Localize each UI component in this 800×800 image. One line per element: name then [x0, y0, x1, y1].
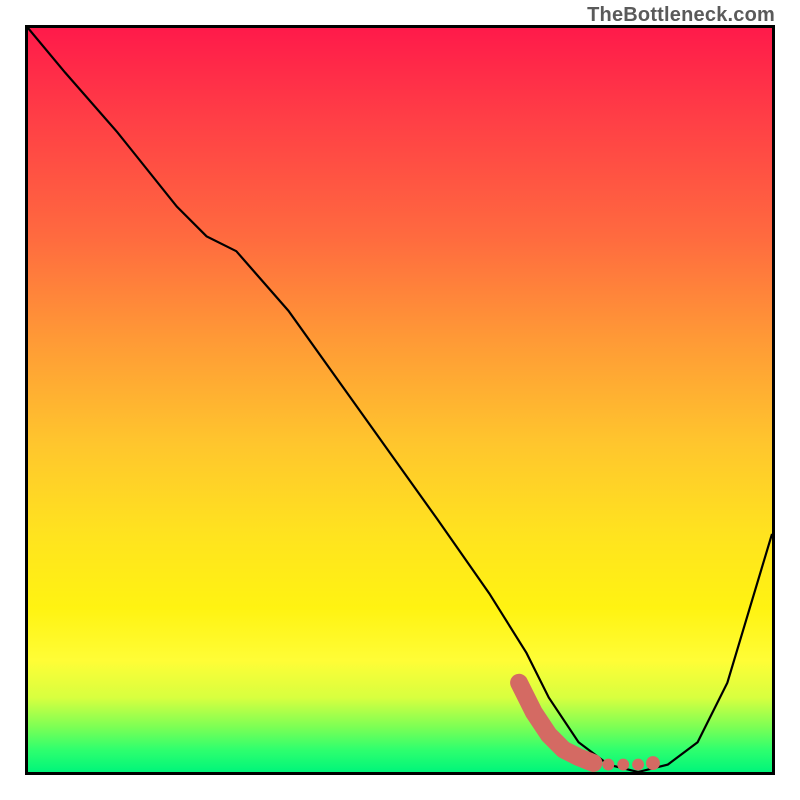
curve-layer: [28, 28, 772, 772]
plot-area: [25, 25, 775, 775]
watermark-text: TheBottleneck.com: [587, 4, 775, 27]
highlight-dot: [617, 759, 629, 771]
highlight-dot: [632, 759, 644, 771]
highlight-dot: [646, 756, 660, 770]
series-curve: [28, 28, 772, 772]
highlight-dot: [602, 759, 614, 771]
chart-container: { "watermark": "TheBottleneck.com", "cha…: [0, 0, 800, 800]
highlight-dots: [602, 756, 660, 770]
highlight-curve: [519, 683, 593, 763]
